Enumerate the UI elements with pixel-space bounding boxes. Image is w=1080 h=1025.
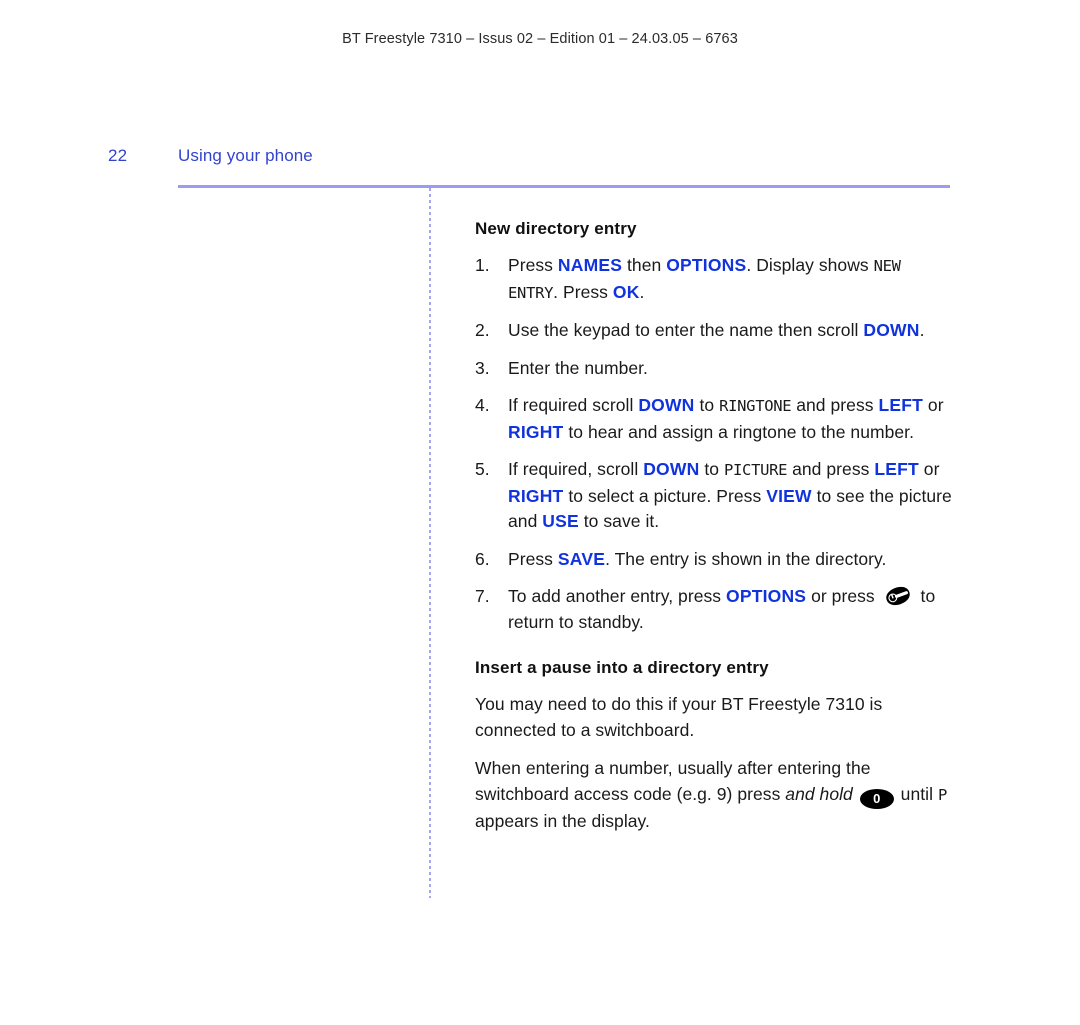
- soft-key-name: NAMES: [557, 255, 623, 276]
- body-paragraph: You may need to do this if your BT Frees…: [475, 694, 883, 740]
- soft-key-name: OK: [612, 281, 640, 302]
- standby-key-icon: [882, 584, 914, 608]
- step-text: If required scroll DOWN to RINGTONE and …: [508, 395, 944, 442]
- soft-key-name: LEFT: [878, 395, 924, 416]
- heading-insert-a-pause: Insert a pause into a directory entry: [475, 658, 769, 678]
- soft-key-name: OPTIONS: [666, 255, 747, 276]
- running-header: BT Freestyle 7310 – Issus 02 – Edition 0…: [342, 31, 738, 47]
- keypad-zero-key-icon: 0: [859, 788, 894, 809]
- step-text: Use the keypad to enter the name then sc…: [508, 320, 925, 341]
- step-number: 2.: [475, 320, 490, 341]
- step-number: 5.: [475, 459, 490, 480]
- page-number: 22: [108, 146, 128, 165]
- soft-key-name: DOWN: [863, 320, 920, 341]
- soft-key-name: DOWN: [643, 459, 700, 480]
- step-text: To add another entry, press OPTIONS or p…: [508, 586, 935, 632]
- step-item: 3. Enter the number.: [475, 356, 955, 382]
- display-text: P: [937, 785, 947, 804]
- step-item: 6. Press SAVE. The entry is shown in the …: [475, 547, 955, 573]
- soft-key-name: VIEW: [766, 485, 812, 506]
- step-item: 4. If required scroll DOWN to RINGTONE an…: [475, 393, 955, 445]
- step-text: Enter the number.: [508, 357, 648, 378]
- step-text: If required, scroll DOWN to PICTURE and …: [508, 459, 952, 532]
- column-divider-rule: [429, 188, 431, 898]
- step-number: 6.: [475, 548, 490, 569]
- soft-key-name: RIGHT: [508, 421, 564, 442]
- step-item: 1. Press NAMES then OPTIONS. Display show…: [475, 253, 955, 306]
- content-column: New directory entry 1. Press NAMES then O…: [475, 218, 955, 834]
- step-number: 4.: [475, 395, 490, 416]
- step-text: Press SAVE. The entry is shown in the di…: [508, 548, 887, 569]
- step-number: 7.: [475, 586, 490, 607]
- soft-key-name: OPTIONS: [726, 586, 807, 607]
- paragraph-block: You may need to do this if your BT Frees…: [475, 692, 955, 834]
- heading-new-directory-entry: New directory entry: [475, 219, 637, 238]
- display-text: RINGTONE: [719, 397, 792, 416]
- soft-key-name: LEFT: [874, 459, 919, 480]
- soft-key-name: USE: [542, 511, 579, 532]
- emphasis-text: and hold: [785, 783, 853, 804]
- folio-row: 22 Using your phone: [0, 146, 1080, 176]
- step-number: 3.: [475, 357, 490, 378]
- step-item: 7. To add another entry, press OPTIONS or…: [475, 584, 955, 635]
- step-text: Press NAMES then OPTIONS. Display shows …: [508, 255, 901, 302]
- soft-key-name: RIGHT: [508, 485, 564, 506]
- step-item: 5. If required, scroll DOWN to PICTURE an…: [475, 457, 955, 535]
- step-item: 2. Use the keypad to enter the name then …: [475, 318, 955, 344]
- soft-key-name: SAVE: [557, 548, 606, 569]
- display-text: PICTURE: [723, 461, 788, 480]
- body-paragraph: When entering a number, usually after en…: [475, 758, 947, 831]
- soft-key-name: DOWN: [638, 395, 695, 416]
- header-rule: [178, 185, 950, 188]
- section-title: Using your phone: [178, 146, 313, 165]
- numbered-steps-list: 1. Press NAMES then OPTIONS. Display show…: [475, 253, 955, 635]
- step-number: 1.: [475, 255, 490, 276]
